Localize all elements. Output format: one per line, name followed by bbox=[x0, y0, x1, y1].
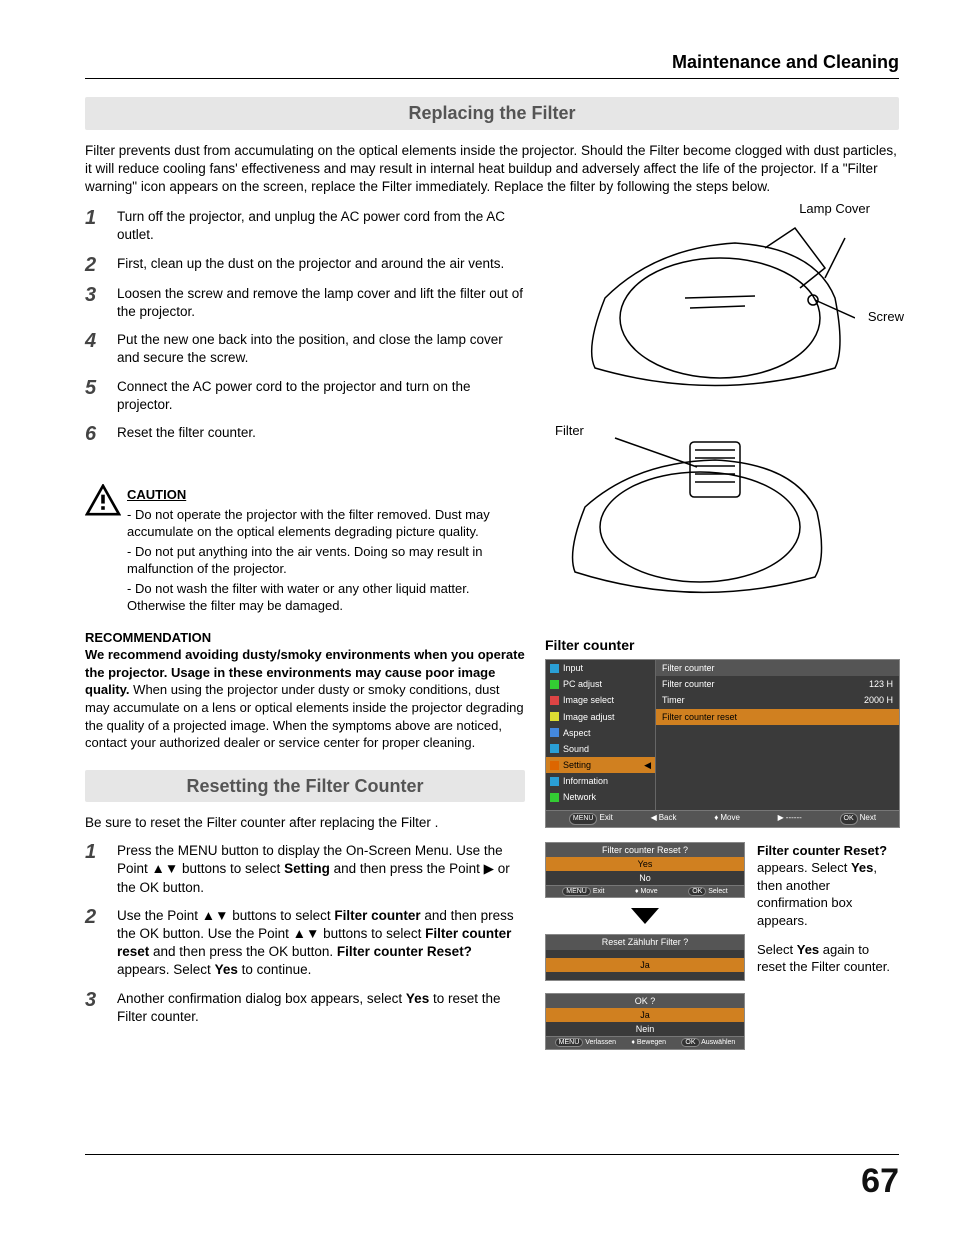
steps-replace-filter: 1Turn off the projector, and unplug the … bbox=[85, 208, 525, 444]
diagram-filter: Filter bbox=[545, 426, 900, 626]
divider-bottom bbox=[85, 1154, 899, 1155]
step-text: First, clean up the dust on the projecto… bbox=[117, 255, 504, 275]
caution-block: CAUTION - Do not operate the projector w… bbox=[85, 484, 525, 615]
caution-item: - Do not operate the projector with the … bbox=[127, 506, 525, 541]
osd-footer: MENU Exit ◀ Back ♦ Move ▶ ------ OK Next bbox=[546, 810, 899, 826]
step-text: Reset the filter counter. bbox=[117, 424, 256, 444]
step-text: Turn off the projector, and unplug the A… bbox=[117, 208, 525, 244]
label-lamp-cover: Lamp Cover bbox=[799, 200, 870, 218]
page-number: 67 bbox=[861, 1159, 899, 1205]
step-text: Another confirmation dialog box appears,… bbox=[117, 990, 525, 1026]
section-replacing-filter: Replacing the Filter bbox=[85, 97, 899, 129]
dialog-filter-reset-1: Filter counter Reset ? Yes No MENU Exit … bbox=[545, 842, 745, 899]
step-text: Press the MENU button to display the On-… bbox=[117, 842, 525, 897]
osd-menu-screenshot: Input PC adjust Image select Image adjus… bbox=[545, 659, 900, 827]
osd-side-menu: Input PC adjust Image select Image adjus… bbox=[546, 660, 656, 810]
osd-main-panel: Filter counter Filter counter123 H Timer… bbox=[656, 660, 899, 810]
filter-counter-heading: Filter counter bbox=[545, 636, 900, 655]
step-text: Loosen the screw and remove the lamp cov… bbox=[117, 285, 525, 321]
recommendation-body: When using the projector under dusty or … bbox=[85, 682, 524, 750]
section-reset-counter: Resetting the Filter Counter bbox=[85, 770, 525, 802]
dialog-filter-reset-3: OK ? Ja Nein MENU Verlassen ♦ Bewegen OK… bbox=[545, 993, 745, 1050]
recommendation-title: RECOMMENDATION bbox=[85, 629, 525, 647]
side-note-2: Select Yes again to reset the Filter cou… bbox=[757, 941, 900, 1040]
step-text: Put the new one back into the position, … bbox=[117, 331, 525, 367]
divider-top bbox=[85, 78, 899, 79]
step-text: Connect the AC power cord to the project… bbox=[117, 378, 525, 414]
projector-filter-icon bbox=[555, 432, 845, 612]
intro-paragraph: Filter prevents dust from accumulating o… bbox=[85, 142, 899, 197]
arrow-down-icon bbox=[631, 908, 659, 924]
step-text: Use the Point ▲▼ buttons to select Filte… bbox=[117, 907, 525, 980]
caution-item: - Do not put anything into the air vents… bbox=[127, 543, 525, 578]
label-screw: Screw bbox=[868, 308, 904, 326]
reset-intro: Be sure to reset the Filter counter afte… bbox=[85, 814, 525, 832]
recommendation-block: RECOMMENDATION We recommend avoiding dus… bbox=[85, 629, 525, 752]
caution-title: CAUTION bbox=[127, 486, 525, 504]
diagram-lamp-cover: Lamp Cover Screw bbox=[545, 208, 900, 418]
steps-reset-counter: 1 Press the MENU button to display the O… bbox=[85, 842, 525, 1026]
chapter-heading: Maintenance and Cleaning bbox=[85, 50, 899, 74]
caution-item: - Do not wash the filter with water or a… bbox=[127, 580, 525, 615]
dialog-filter-reset-2: Reset Zähluhr Filter ? Ja bbox=[545, 934, 745, 980]
projector-top-icon bbox=[565, 218, 855, 408]
side-note-1: Filter counter Reset? appears. Select Ye… bbox=[757, 842, 900, 941]
caution-triangle-icon bbox=[85, 484, 121, 516]
